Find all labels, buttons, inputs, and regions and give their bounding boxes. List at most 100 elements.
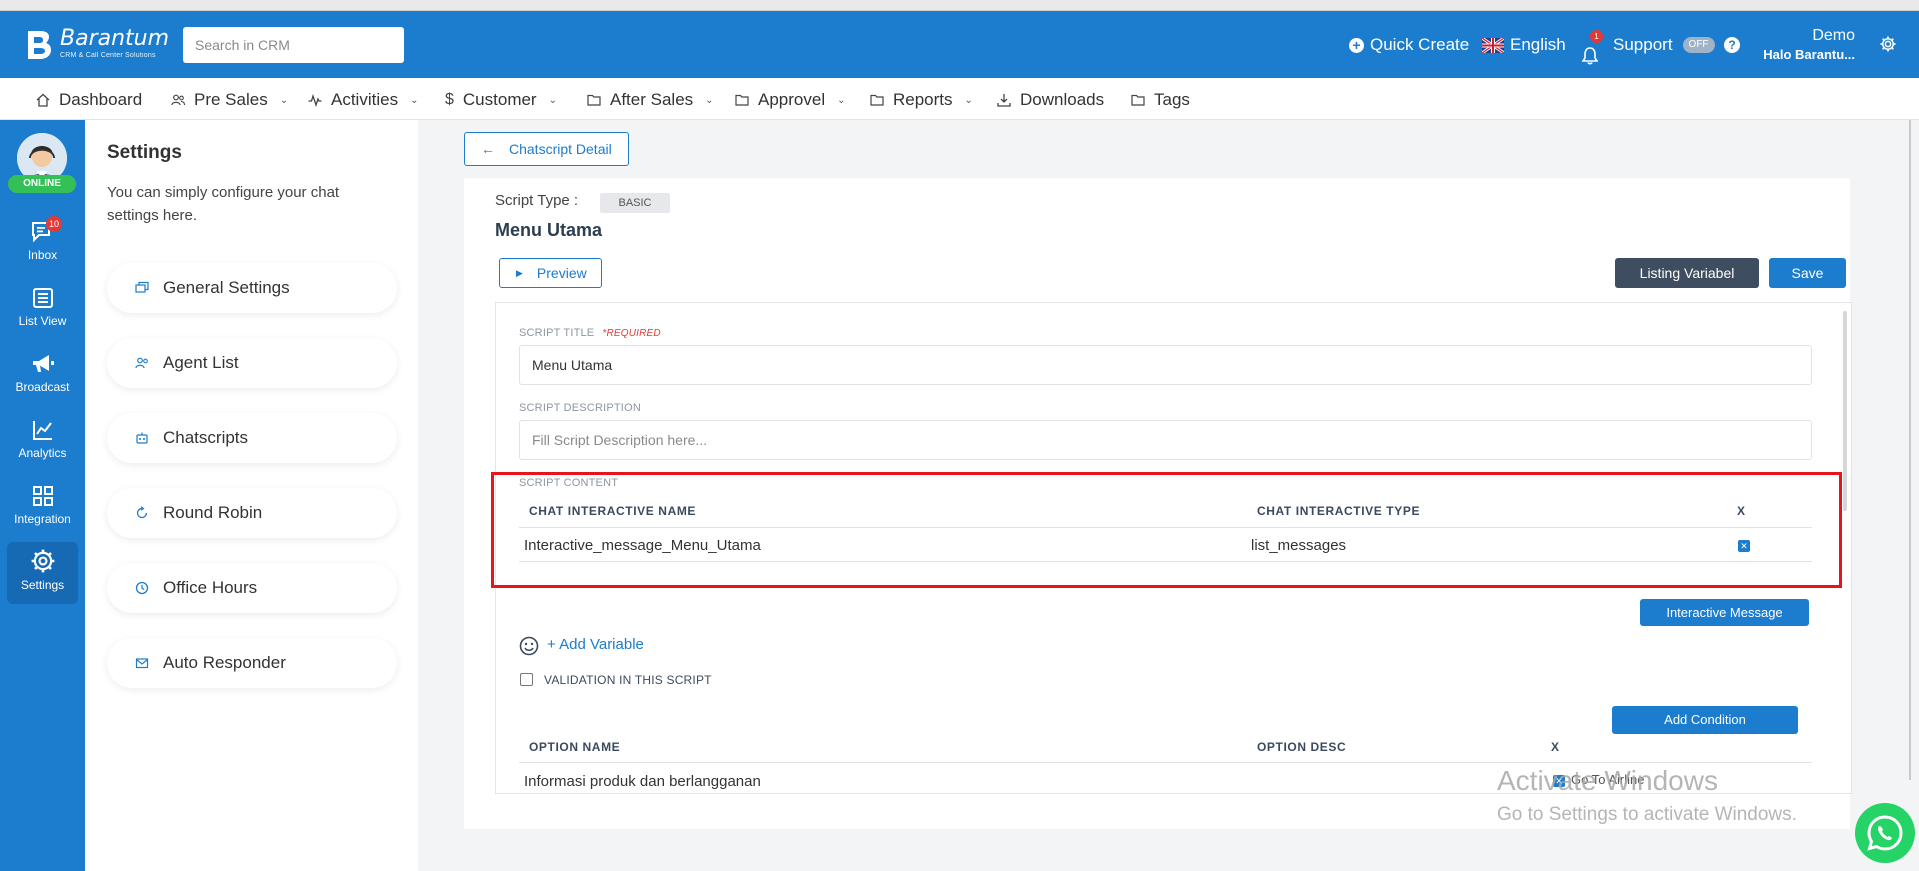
validation-label: VALIDATION IN THIS SCRIPT — [544, 673, 712, 687]
user-name[interactable]: Demo — [1812, 27, 1855, 45]
nav-approvel[interactable]: Approvel ⌄ — [735, 90, 846, 110]
settings-item-label: Auto Responder — [163, 653, 286, 672]
back-to-chatscript-detail-button[interactable]: ← Chatscript Detail — [464, 132, 629, 166]
settings-item-label: Round Robin — [163, 503, 263, 522]
windows-watermark-title: Activate Windows — [1497, 765, 1718, 796]
nav-reports[interactable]: Reports ⌄ — [870, 90, 973, 110]
bell-icon[interactable] — [1582, 47, 1598, 65]
whatsapp-button[interactable] — [1855, 803, 1915, 863]
script-type-label: Script Type : — [495, 192, 579, 209]
nav-label: Downloads — [1020, 90, 1105, 109]
nav-after-sales[interactable]: After Sales ⌄ — [587, 90, 714, 110]
settings-item-label: General Settings — [163, 278, 290, 297]
back-label: Chatscript Detail — [509, 141, 612, 157]
barantum-logo-icon[interactable] — [20, 27, 56, 63]
quick-create-button[interactable]: + Quick Create — [1349, 35, 1469, 55]
help-icon[interactable]: ? — [1724, 37, 1740, 53]
chevron-down-icon: ⌄ — [548, 94, 557, 106]
add-variable-link[interactable]: + Add Variable — [547, 636, 644, 653]
folder-icon — [735, 94, 749, 106]
rail-item-list-view[interactable]: List View — [0, 282, 85, 344]
quick-create-label: Quick Create — [1370, 35, 1470, 54]
settings-panel: Settings You can simply configure your c… — [85, 120, 418, 871]
search-input[interactable] — [183, 27, 404, 63]
folder-icon — [587, 94, 601, 106]
chat-bubbles-icon — [135, 281, 149, 293]
dollar-icon: $ — [445, 91, 454, 108]
listing-variabel-button[interactable]: Listing Variabel — [1615, 258, 1759, 288]
language-selector[interactable]: English — [1482, 35, 1566, 55]
top-bar: Barantum CRM & Call Center Solutions + Q… — [0, 11, 1919, 78]
column-header-option-remove: X — [1551, 740, 1560, 754]
nav-label: Customer — [462, 90, 537, 109]
settings-item-chatscripts[interactable]: Chatscripts — [107, 413, 397, 463]
script-description-input[interactable] — [519, 420, 1812, 460]
save-button[interactable]: Save — [1769, 258, 1846, 288]
nav-tags[interactable]: Tags — [1131, 90, 1190, 110]
emoji-icon[interactable] — [519, 636, 539, 656]
add-condition-button[interactable]: Add Condition — [1612, 706, 1798, 734]
settings-item-agent-list[interactable]: Agent List — [107, 338, 397, 388]
nav-pre-sales[interactable]: Pre Sales ⌄ — [171, 90, 288, 110]
preview-button[interactable]: ▶ Preview — [499, 258, 602, 288]
support-toggle[interactable]: Support OFF — [1613, 35, 1715, 55]
nav-label: Activities — [331, 90, 399, 109]
gear-icon — [31, 549, 54, 573]
highlight-box — [491, 472, 1842, 588]
uk-flag-icon — [1482, 37, 1504, 53]
megaphone-icon — [32, 355, 54, 372]
settings-item-round-robin[interactable]: Round Robin — [107, 488, 397, 538]
settings-item-label: Office Hours — [163, 578, 258, 597]
nav-label: Approvel — [758, 90, 826, 109]
rail-label: Analytics — [18, 446, 67, 460]
rail-label: Settings — [20, 578, 65, 592]
settings-item-office-hours[interactable]: Office Hours — [107, 563, 397, 613]
page-scrollbar[interactable] — [1909, 120, 1911, 780]
interactive-message-button[interactable]: Interactive Message — [1640, 599, 1809, 626]
settings-item-auto-responder[interactable]: Auto Responder — [107, 638, 397, 688]
activity-icon — [308, 93, 322, 107]
left-rail: ONLINE 10 Inbox List View Broadcast Anal… — [0, 120, 85, 871]
browser-strip — [0, 0, 1919, 11]
refresh-icon — [136, 506, 148, 519]
script-title-text: SCRIPT TITLE — [519, 327, 595, 339]
rail-item-analytics[interactable]: Analytics — [0, 414, 85, 476]
rail-label: Integration — [14, 512, 71, 526]
chevron-down-icon: ⌄ — [279, 94, 289, 106]
whatsapp-icon — [1867, 815, 1903, 851]
play-icon: ▶ — [516, 267, 523, 278]
language-label: English — [1510, 35, 1566, 54]
nav-downloads[interactable]: Downloads — [997, 90, 1104, 110]
nav-customer[interactable]: $ Customer ⌄ — [445, 90, 557, 110]
main-nav: Dashboard Pre Sales ⌄ Activities ⌄ $ Cus… — [0, 78, 1919, 120]
users-icon — [171, 94, 185, 106]
rail-item-settings[interactable]: Settings — [7, 542, 78, 604]
notification-badge: 1 — [1590, 30, 1603, 43]
folder-icon — [1131, 94, 1145, 106]
form-scrollbar[interactable] — [1843, 311, 1847, 511]
grid-icon — [32, 486, 53, 506]
nav-label: After Sales — [610, 90, 694, 109]
script-title-input[interactable] — [519, 345, 1812, 385]
validation-checkbox[interactable] — [520, 673, 533, 686]
nav-dashboard[interactable]: Dashboard — [36, 90, 142, 110]
status-badge[interactable]: ONLINE — [8, 175, 76, 193]
preview-label: Preview — [536, 265, 587, 281]
rail-label: Broadcast — [15, 380, 70, 394]
user-company[interactable]: Halo Barantu... — [1763, 47, 1855, 62]
clock-icon — [135, 581, 149, 595]
rail-item-inbox[interactable]: 10 Inbox — [0, 216, 85, 278]
rail-label: List View — [18, 314, 67, 328]
settings-item-general[interactable]: General Settings — [107, 263, 397, 313]
settings-gear-icon[interactable] — [1879, 35, 1897, 53]
nav-label: Tags — [1154, 90, 1190, 109]
nav-activities[interactable]: Activities ⌄ — [308, 90, 418, 110]
list-icon — [32, 288, 53, 308]
nav-label: Reports — [893, 90, 953, 109]
support-toggle-state[interactable]: OFF — [1682, 37, 1715, 53]
chevron-down-icon: ⌄ — [964, 94, 973, 106]
settings-item-label: Chatscripts — [163, 428, 249, 447]
rail-item-broadcast[interactable]: Broadcast — [0, 348, 85, 410]
rail-item-integration[interactable]: Integration — [0, 480, 85, 542]
brand-tagline: CRM & Call Center Solutions — [60, 52, 156, 59]
